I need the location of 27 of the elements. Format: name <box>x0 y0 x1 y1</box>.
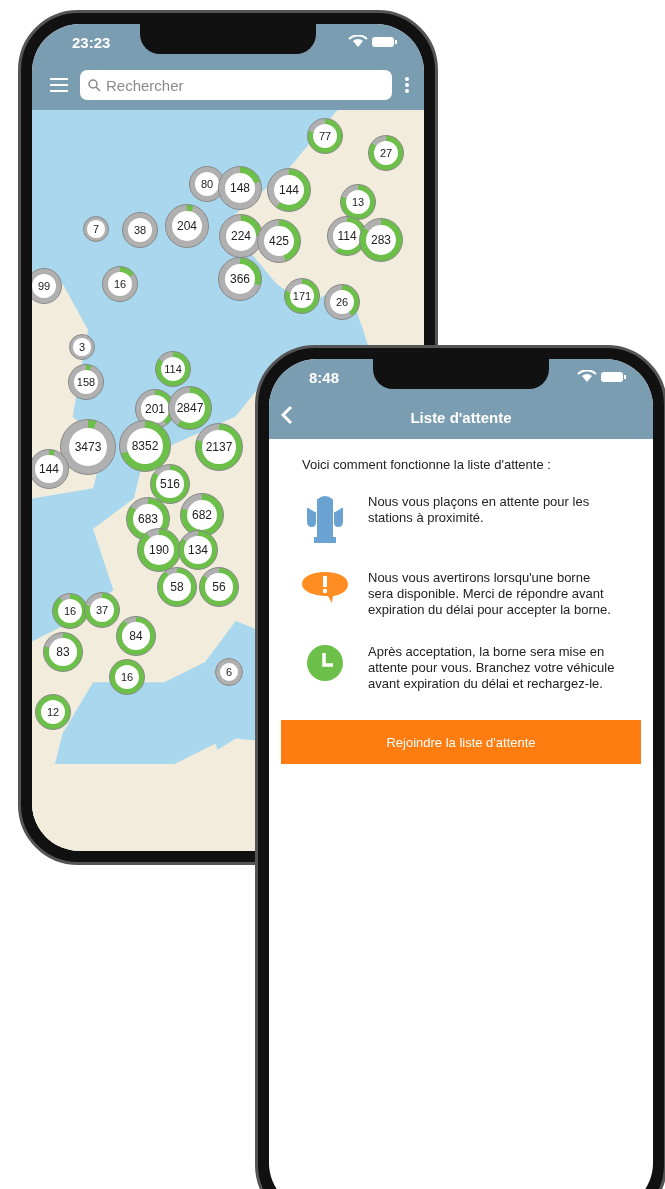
station-cluster-marker[interactable]: 7 <box>83 216 109 242</box>
station-cluster-marker[interactable]: 3473 <box>60 419 116 475</box>
clock-icon <box>305 644 344 682</box>
back-button[interactable] <box>281 405 293 425</box>
station-cluster-marker[interactable]: 16 <box>52 593 88 629</box>
status-icons <box>346 35 398 49</box>
search-icon <box>88 79 101 92</box>
station-cluster-marker[interactable]: 366 <box>218 257 262 301</box>
station-cluster-marker[interactable]: 99 <box>32 268 62 304</box>
search-field[interactable]: Rechercher <box>80 70 392 100</box>
station-cluster-marker[interactable]: 158 <box>68 364 104 400</box>
station-cluster-marker[interactable]: 148 <box>218 166 262 210</box>
menu-button[interactable] <box>50 78 68 92</box>
more-options-button[interactable] <box>404 76 410 94</box>
station-cluster-marker[interactable]: 171 <box>284 278 320 314</box>
station-cluster-marker[interactable]: 2847 <box>168 386 212 430</box>
station-cluster-marker[interactable]: 8352 <box>119 420 171 472</box>
status-time: 8:48 <box>309 368 340 386</box>
station-cluster-marker[interactable]: 6 <box>215 658 243 686</box>
station-cluster-marker[interactable]: 204 <box>165 204 209 248</box>
station-cluster-marker[interactable]: 38 <box>122 212 158 248</box>
status-icons <box>575 370 627 384</box>
station-cluster-marker[interactable]: 114 <box>155 351 191 387</box>
exclamation-speech-bubble-icon <box>300 570 349 604</box>
station-cluster-marker[interactable]: 16 <box>102 266 138 302</box>
station-cluster-marker[interactable]: 16 <box>109 659 145 695</box>
status-time: 23:23 <box>72 33 111 51</box>
